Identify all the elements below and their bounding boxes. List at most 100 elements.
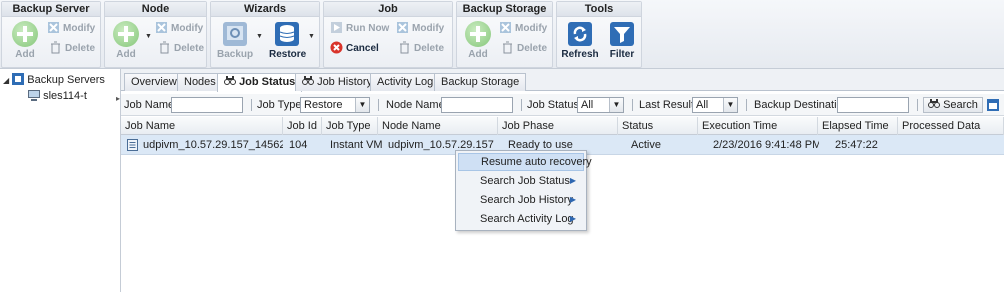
filter-bar: Job Name: Job Type: Restore ▼ Node Name:… — [121, 94, 1004, 116]
tab-nodes[interactable]: Nodes — [177, 73, 223, 91]
tree-node-backup-servers[interactable]: ◢ Backup Servers — [3, 73, 105, 86]
group-node: Node Add ▼ Modify Delete — [104, 1, 207, 68]
tab-job-status[interactable]: Job Status — [217, 73, 303, 92]
job-type-select[interactable]: Restore ▼ — [300, 97, 370, 113]
add-icon — [12, 21, 38, 47]
modify-icon — [500, 22, 511, 33]
job-status-label: Job Status: — [527, 99, 583, 111]
tab-overview[interactable]: Overview — [124, 73, 184, 91]
add-icon — [113, 21, 139, 47]
filter-icon — [610, 22, 634, 46]
last-result-label: Last Result: — [639, 99, 698, 111]
add-icon — [465, 21, 491, 47]
trash-icon — [160, 41, 169, 54]
node-name-label: Node Name: — [386, 99, 448, 111]
group-title: Wizards — [211, 2, 319, 17]
modify-icon — [156, 22, 167, 33]
job-icon — [127, 139, 138, 151]
column-header-processed-data[interactable]: Processed Data — [898, 117, 1004, 135]
submenu-arrow-icon: ▶ — [569, 176, 576, 185]
chevron-down-icon[interactable]: ▼ — [355, 98, 369, 112]
binoculars-icon — [302, 76, 314, 85]
tree-node-server[interactable]: sles114-t — [28, 89, 87, 102]
column-header-job-name[interactable]: Job Name — [121, 117, 283, 135]
group-backup-server: Backup Server Add Modify Delete — [1, 1, 101, 68]
run-now-button[interactable]: Run Now — [330, 21, 389, 36]
column-header-elapsed-time[interactable]: Elapsed Time — [818, 117, 898, 135]
trash-icon — [503, 41, 512, 54]
cell-job-type: Instant VM — [330, 139, 382, 151]
refresh-icon — [568, 22, 592, 46]
cell-job-name: udpivm_10.57.29.157_14562817182 — [143, 139, 283, 151]
tab-job-history[interactable]: Job History — [295, 73, 380, 91]
divider — [251, 99, 252, 111]
search-button[interactable]: Search — [923, 97, 983, 113]
job-name-input[interactable] — [171, 97, 243, 113]
chevron-down-icon[interactable]: ▼ — [256, 33, 263, 40]
backup-storage-delete-button[interactable]: Delete — [501, 41, 547, 56]
server-group-icon — [12, 73, 25, 85]
refresh-button[interactable]: Refresh — [561, 21, 599, 60]
run-icon — [331, 22, 342, 33]
cell-processed-data — [900, 135, 1000, 155]
ribbon-toolbar: Backup Server Add Modify Delete Node Add… — [0, 0, 1004, 69]
modify-icon — [48, 22, 59, 33]
job-type-label: Job Type: — [257, 99, 305, 111]
last-result-select[interactable]: All ▼ — [692, 97, 738, 113]
menu-item-search-job-history[interactable]: Search Job History ▶ — [458, 191, 584, 209]
computer-icon — [28, 90, 40, 101]
backup-wizard-button[interactable]: Backup — [217, 21, 253, 60]
node-add-button[interactable]: Add — [111, 21, 141, 60]
job-status-select[interactable]: All ▼ — [577, 97, 624, 113]
tab-backup-storage[interactable]: Backup Storage — [434, 73, 527, 91]
divider — [521, 99, 522, 111]
column-header-job-id[interactable]: Job Id — [283, 117, 322, 135]
menu-item-resume-auto-recovery[interactable]: Resume auto recovery — [458, 153, 592, 171]
restore-icon — [275, 22, 299, 46]
chevron-down-icon[interactable]: ▼ — [723, 98, 737, 112]
column-header-execution-time[interactable]: Execution Time — [698, 117, 818, 135]
tab-activity-log[interactable]: Activity Log — [370, 73, 441, 91]
filter-button[interactable]: Filter — [605, 21, 639, 60]
tree-label: sles114-t — [43, 90, 87, 102]
trash-icon — [400, 41, 409, 54]
panel-toggle-icon[interactable] — [987, 99, 999, 111]
server-tree: ◢ Backup Servers sles114-t — [0, 69, 121, 292]
column-header-job-type[interactable]: Job Type — [322, 117, 378, 135]
restore-wizard-button[interactable]: Restore — [269, 21, 306, 60]
node-modify-button[interactable]: Modify — [155, 21, 203, 36]
job-delete-button[interactable]: Delete — [398, 41, 444, 56]
chevron-down-icon[interactable]: ▼ — [308, 33, 315, 40]
menu-item-search-job-status[interactable]: Search Job Status ▶ — [458, 172, 584, 190]
cell-job-id: 104 — [289, 139, 308, 151]
node-delete-button[interactable]: Delete — [158, 41, 204, 56]
backup-storage-add-button[interactable]: Add — [463, 21, 493, 60]
expand-arrow-icon[interactable]: ◢ — [3, 76, 9, 85]
cancel-job-button[interactable]: Cancel — [330, 41, 379, 56]
column-header-job-phase[interactable]: Job Phase — [498, 117, 618, 135]
chevron-down-icon[interactable]: ▼ — [609, 98, 623, 112]
divider — [746, 99, 747, 111]
group-title: Node — [105, 2, 206, 17]
tab-bar: Overview Nodes Job Status Job History Ac… — [121, 69, 1004, 92]
splitter-handle[interactable]: ▸ — [116, 94, 120, 103]
modify-icon — [397, 22, 408, 33]
column-header-status[interactable]: Status — [618, 117, 698, 135]
context-menu: Resume auto recovery Search Job Status ▶… — [455, 150, 592, 231]
chevron-down-icon[interactable]: ▼ — [145, 33, 152, 40]
divider — [632, 99, 633, 111]
backup-storage-modify-button[interactable]: Modify — [499, 21, 547, 36]
cell-status: Active — [631, 139, 661, 151]
group-backup-storage: Backup Storage Add Modify Delete — [456, 1, 553, 68]
binoculars-icon — [224, 76, 236, 85]
job-modify-button[interactable]: Modify — [396, 21, 444, 36]
column-header-node-name[interactable]: Node Name — [378, 117, 498, 135]
cell-elapsed-time: 25:47:22 — [835, 139, 878, 151]
backup-server-modify-button[interactable]: Modify — [47, 21, 95, 36]
node-name-input[interactable] — [441, 97, 513, 113]
trash-icon — [51, 41, 60, 54]
menu-item-search-activity-log[interactable]: Search Activity Log ▶ — [458, 210, 584, 228]
backup-server-delete-button[interactable]: Delete — [49, 41, 95, 56]
backup-server-add-button[interactable]: Add — [10, 21, 40, 60]
backup-destination-input[interactable] — [837, 97, 909, 113]
